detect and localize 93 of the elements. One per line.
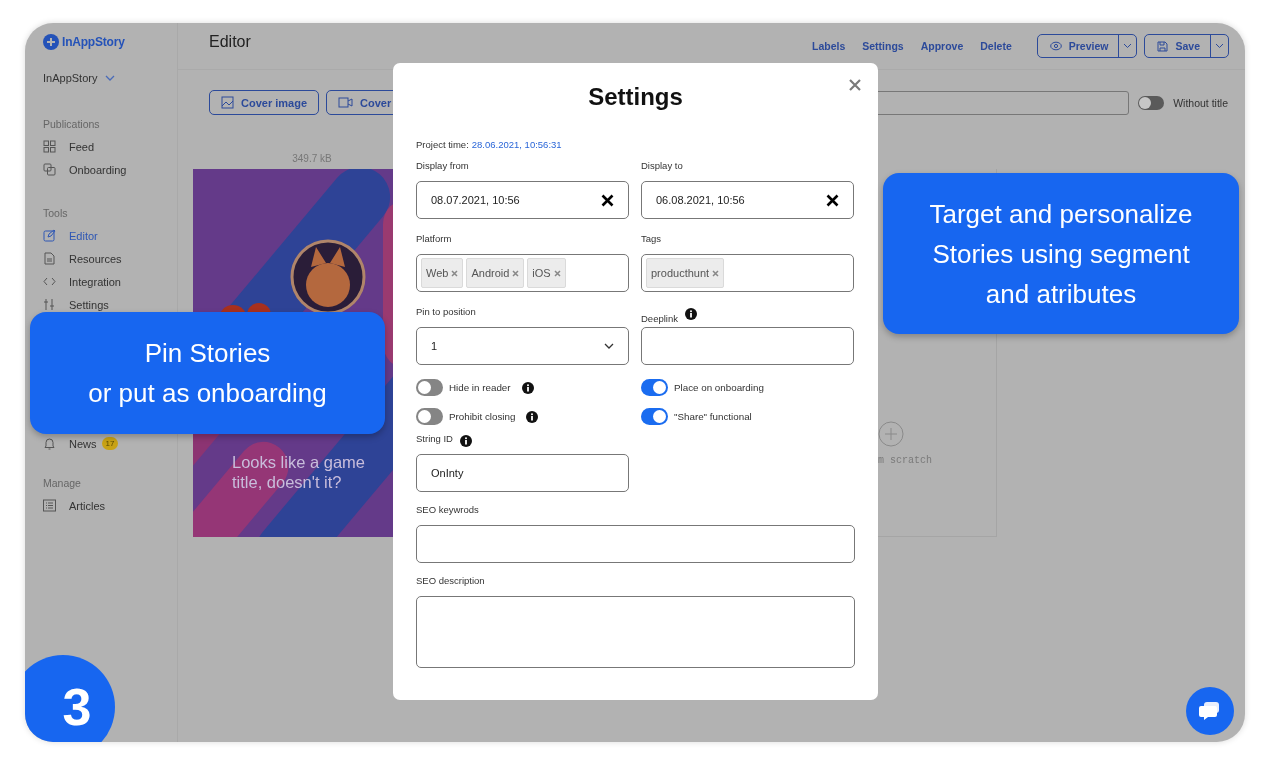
sidebar-item[interactable]: News 17 xyxy=(43,432,119,455)
description-textarea[interactable] xyxy=(416,596,855,668)
grid-icon xyxy=(43,140,56,153)
step-number: 3 xyxy=(25,655,115,742)
toggle-label: Prohibit closing xyxy=(449,411,516,422)
logo-text: InAppStory xyxy=(62,35,125,49)
logo-icon xyxy=(43,34,59,50)
field-label: Deeplink xyxy=(641,313,678,326)
count-badge: 17 xyxy=(101,437,119,450)
save-label: Save xyxy=(1175,40,1200,52)
toolbar-link[interactable]: Delete xyxy=(980,40,1012,52)
chevron-down-icon xyxy=(105,75,116,81)
preview-label: Preview xyxy=(1068,40,1109,52)
tag-chip[interactable]: iOS xyxy=(527,258,566,288)
plus-circle-icon xyxy=(878,421,904,447)
section-title: Manage xyxy=(43,477,82,491)
tag-chip[interactable]: Web xyxy=(421,258,464,288)
eye-icon xyxy=(1049,41,1062,51)
field-label: String ID xyxy=(416,433,453,446)
toolbar-link[interactable]: Settings xyxy=(862,40,904,52)
callout: Pin Stories or put as onboarding xyxy=(30,312,385,434)
bell-icon xyxy=(43,437,56,450)
remove-icon[interactable] xyxy=(512,269,520,277)
clear-icon[interactable] xyxy=(826,193,839,207)
field-label: Pin to position xyxy=(416,306,477,319)
toggle-label: Without title xyxy=(1173,96,1228,109)
caret-icon xyxy=(1123,43,1133,49)
project-time-label: Project time: xyxy=(416,139,469,150)
toggle-switch[interactable] xyxy=(641,408,668,425)
remove-icon[interactable] xyxy=(451,269,459,277)
page-title: Editor xyxy=(209,33,251,51)
field-label: SEO description xyxy=(416,575,486,588)
field-label: Tags xyxy=(641,233,663,246)
video-camera-icon xyxy=(338,97,354,108)
keywords-field[interactable] xyxy=(416,525,855,563)
deeplink-field[interactable] xyxy=(641,327,854,365)
sidebar-item[interactable]: Integration xyxy=(43,270,121,293)
copy-icon xyxy=(43,163,56,176)
section-title: Tools xyxy=(43,207,69,221)
caret-icon xyxy=(1215,43,1224,49)
clear-icon[interactable] xyxy=(601,193,614,207)
chip-field[interactable]: producthunt xyxy=(641,254,854,292)
toolbar-link[interactable]: Labels xyxy=(811,40,846,52)
section-title: Publications xyxy=(43,118,101,132)
toggle-switch[interactable] xyxy=(1138,95,1165,110)
sidebar-item[interactable]: Resources xyxy=(43,247,122,270)
preview-split-button[interactable]: Preview xyxy=(1036,34,1138,58)
tag-chip[interactable]: Android xyxy=(466,258,525,288)
sidebar-item[interactable]: Onboarding xyxy=(43,158,127,181)
position-select[interactable]: 1 xyxy=(416,327,629,365)
tag-chip[interactable]: producthunt xyxy=(646,258,725,288)
close-icon[interactable] xyxy=(848,78,862,92)
field-label: SEO keywrods xyxy=(416,504,480,517)
toolbar-link[interactable]: Approve xyxy=(920,40,964,52)
list-icon xyxy=(43,499,56,512)
toggle-label: Hide in reader xyxy=(449,382,511,393)
chevron-down-icon xyxy=(604,343,614,349)
info-icon[interactable] xyxy=(526,410,539,423)
info-icon[interactable] xyxy=(459,434,472,447)
document-icon xyxy=(43,252,56,265)
code-icon xyxy=(43,275,56,288)
sidebar-item[interactable]: Feed xyxy=(43,135,95,158)
toggle-label: Place on onboarding xyxy=(674,382,764,393)
field-label: Display from xyxy=(416,160,470,173)
project-time-link[interactable]: 28.06.2021, 10:56:31 xyxy=(471,139,562,150)
sliders-icon xyxy=(43,298,56,311)
dialog-title: Settings xyxy=(588,83,683,112)
workspace-dropdown[interactable]: InAppStory xyxy=(43,72,116,84)
edit-icon xyxy=(43,229,56,242)
remove-icon[interactable] xyxy=(553,269,561,277)
date-field[interactable]: 08.07.2021, 10:56 xyxy=(416,181,629,219)
toggle-switch[interactable] xyxy=(641,379,668,396)
chat-button[interactable] xyxy=(1186,687,1234,735)
chip-field[interactable]: Web Android iOS xyxy=(416,254,629,292)
callout: Target and personalize Stories using segment and atributes xyxy=(883,173,1239,334)
story-caption: Looks like a game title, doesn't it? xyxy=(232,452,366,492)
string-id-field[interactable]: OnInty xyxy=(416,454,629,492)
toggle-switch[interactable] xyxy=(416,408,443,425)
field-label: Platform xyxy=(416,233,453,246)
floppy-icon xyxy=(1157,40,1169,52)
info-icon[interactable] xyxy=(521,381,534,394)
field-label: Display to xyxy=(641,160,684,173)
sidebar-item[interactable]: Editor xyxy=(43,224,98,247)
date-field[interactable]: 06.08.2021, 10:56 xyxy=(641,181,854,219)
chat-icon xyxy=(1199,701,1221,721)
info-icon[interactable] xyxy=(684,307,697,320)
save-split-button[interactable]: Save xyxy=(1144,34,1229,58)
toggle-switch[interactable] xyxy=(416,379,443,396)
image-icon xyxy=(221,96,234,109)
sidebar-item[interactable]: Articles xyxy=(43,494,106,517)
toggle-label: "Share" functional xyxy=(674,411,752,422)
remove-icon[interactable] xyxy=(712,269,720,277)
cover-image-button[interactable]: Cover image xyxy=(209,90,320,115)
